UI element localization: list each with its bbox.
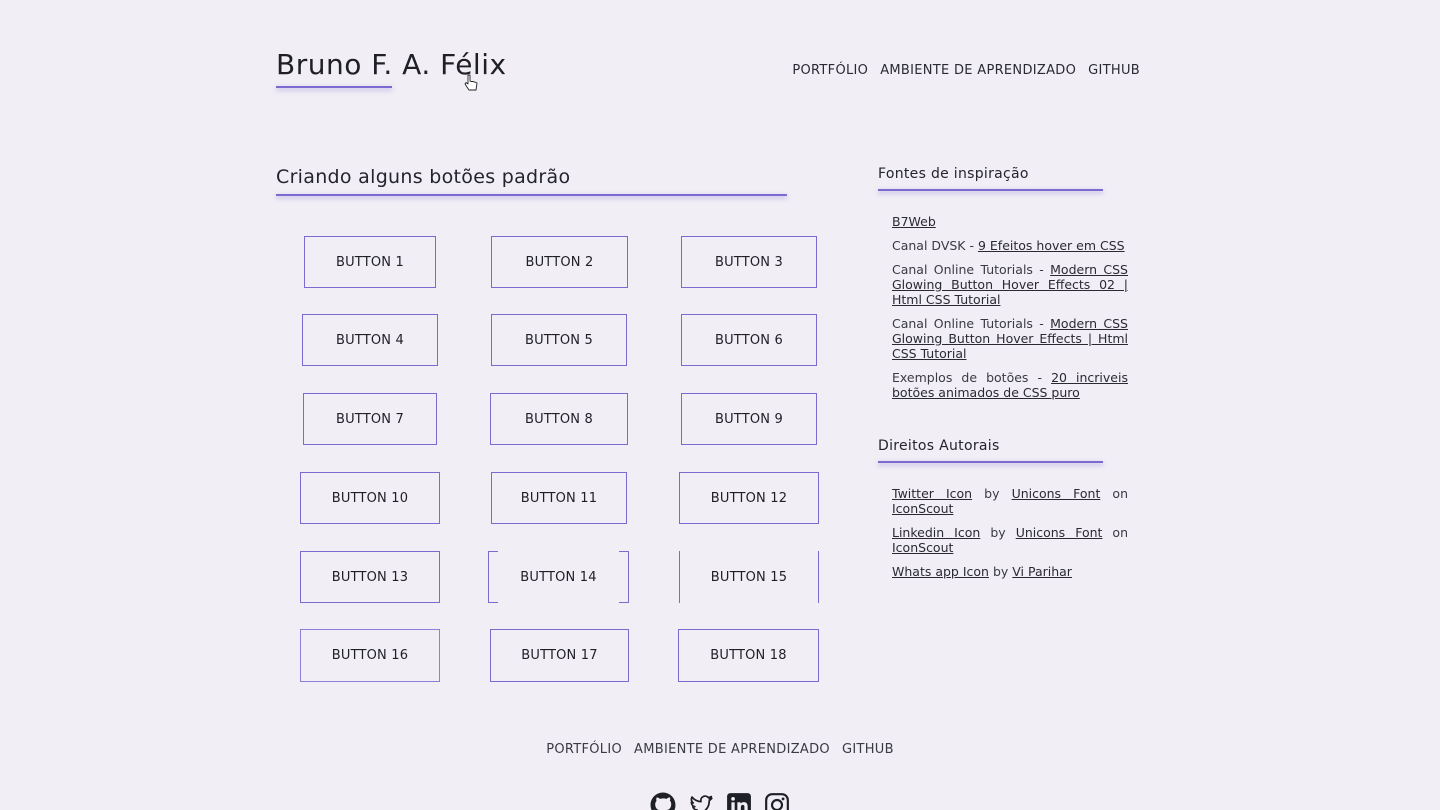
- inspiration-link-b7web[interactable]: B7Web: [892, 214, 936, 229]
- button-13[interactable]: BUTTON 13: [300, 551, 440, 603]
- list-item: Canal Online Tutorials - Modern CSS Glow…: [892, 262, 1128, 307]
- list-item: Linkedin Icon by Unicons Font on IconSco…: [892, 525, 1128, 555]
- inspiration-prefix: Canal Online Tutorials -: [892, 262, 1051, 277]
- button-11[interactable]: BUTTON 11: [491, 472, 627, 524]
- button-1[interactable]: BUTTON 1: [304, 236, 436, 288]
- nav-github[interactable]: GITHUB: [1088, 63, 1140, 78]
- credit-by: by: [988, 564, 1013, 579]
- copyright-title-underline: [878, 461, 1103, 463]
- inspiration-title-underline: [878, 189, 1103, 191]
- credit-author-link[interactable]: Unicons Font: [1016, 525, 1103, 540]
- button-5[interactable]: BUTTON 5: [491, 314, 627, 366]
- credit-author-link[interactable]: Unicons Font: [1012, 486, 1101, 501]
- list-item: B7Web: [892, 214, 1128, 229]
- credit-icon-link[interactable]: Whats app Icon: [892, 564, 989, 579]
- section-title: Criando alguns botões padrão: [276, 166, 571, 188]
- linkedin-icon[interactable]: [726, 792, 752, 810]
- credit-on: on: [1100, 486, 1128, 501]
- copyright-title: Direitos Autorais: [878, 438, 1000, 454]
- credit-site-link[interactable]: IconScout: [892, 540, 953, 555]
- twitter-icon[interactable]: [688, 792, 714, 810]
- button-8[interactable]: BUTTON 8: [490, 393, 628, 445]
- button-2[interactable]: BUTTON 2: [491, 236, 628, 288]
- button-12[interactable]: BUTTON 12: [679, 472, 819, 524]
- list-item: Twitter Icon by Unicons Font on IconScou…: [892, 486, 1128, 516]
- credit-on: on: [1102, 525, 1129, 540]
- credits-list: Twitter Icon by Unicons Font on IconScou…: [892, 486, 1128, 588]
- credit-icon-link[interactable]: Twitter Icon: [892, 486, 972, 501]
- section-title-underline: [276, 194, 787, 196]
- button-7[interactable]: BUTTON 7: [303, 393, 437, 445]
- inspiration-title: Fontes de inspiração: [878, 166, 1029, 182]
- button-4[interactable]: BUTTON 4: [302, 314, 438, 366]
- nav-portfolio[interactable]: PORTFÓLIO: [792, 63, 868, 78]
- github-icon[interactable]: [650, 792, 676, 810]
- footer-nav-portfolio[interactable]: PORTFÓLIO: [546, 742, 622, 757]
- footer-nav: PORTFÓLIO AMBIENTE DE APRENDIZADO GITHUB: [0, 742, 1440, 757]
- button-10[interactable]: BUTTON 10: [300, 472, 440, 524]
- button-17[interactable]: BUTTON 17: [490, 629, 629, 682]
- inspiration-link-dvsk[interactable]: 9 Efeitos hover em CSS: [978, 238, 1125, 253]
- button-16[interactable]: BUTTON 16: [300, 629, 440, 682]
- brand-underline: [276, 86, 392, 88]
- footer-nav-github[interactable]: GITHUB: [842, 742, 894, 757]
- page: Bruno F. A. Félix PORTFÓLIO AMBIENTE DE …: [0, 0, 1440, 810]
- top-nav: PORTFÓLIO AMBIENTE DE APRENDIZADO GITHUB: [792, 63, 1140, 78]
- inspiration-prefix: Canal DVSK -: [892, 238, 978, 253]
- button-6[interactable]: BUTTON 6: [681, 314, 817, 366]
- credit-by: by: [980, 525, 1016, 540]
- instagram-icon[interactable]: [764, 792, 790, 810]
- button-9[interactable]: BUTTON 9: [681, 393, 817, 445]
- button-3[interactable]: BUTTON 3: [681, 236, 817, 288]
- inspiration-prefix: Exemplos de botões -: [892, 370, 1052, 385]
- list-item: Whats app Icon by Vi Parihar: [892, 564, 1128, 579]
- credit-icon-link[interactable]: Linkedin Icon: [892, 525, 980, 540]
- credit-site-link[interactable]: IconScout: [892, 501, 953, 516]
- button-18[interactable]: BUTTON 18: [678, 629, 819, 682]
- inspiration-list: B7Web Canal DVSK - 9 Efeitos hover em CS…: [892, 214, 1128, 409]
- button-15[interactable]: BUTTON 15: [679, 551, 819, 603]
- list-item: Exemplos de botões - 20 incriveis botões…: [892, 370, 1128, 400]
- hand-pointer-icon: [464, 74, 478, 91]
- credit-by: by: [972, 486, 1012, 501]
- social-icons: [0, 792, 1440, 810]
- list-item: Canal Online Tutorials - Modern CSS Glow…: [892, 316, 1128, 361]
- button-14[interactable]: BUTTON 14: [488, 551, 629, 603]
- footer-nav-ambiente-de-aprendizado[interactable]: AMBIENTE DE APRENDIZADO: [634, 742, 830, 757]
- credit-author-link[interactable]: Vi Parihar: [1012, 564, 1072, 579]
- inspiration-prefix: Canal Online Tutorials -: [892, 316, 1051, 331]
- nav-ambiente-de-aprendizado[interactable]: AMBIENTE DE APRENDIZADO: [880, 63, 1076, 78]
- list-item: Canal DVSK - 9 Efeitos hover em CSS: [892, 238, 1128, 253]
